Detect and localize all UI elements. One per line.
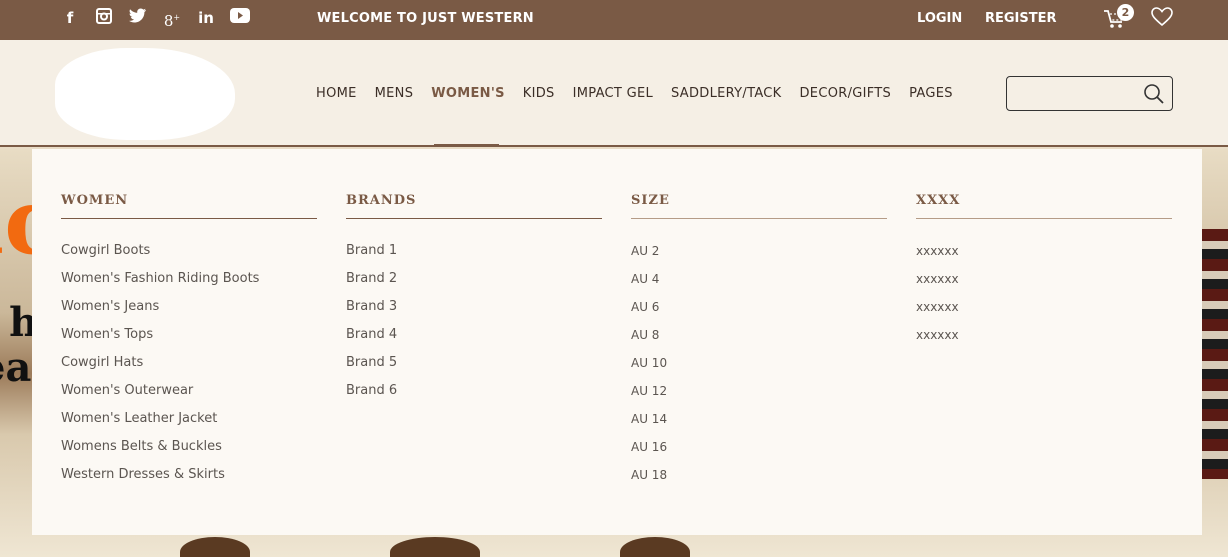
welcome-text: WELCOME TO JUST WESTERN: [317, 11, 534, 26]
search-box: [1006, 76, 1173, 111]
active-nav-indicator: [434, 144, 499, 147]
menu-link[interactable]: Brand 4: [346, 327, 602, 355]
nav-saddlery-tack[interactable]: SADDLERY/TACK: [671, 86, 781, 101]
youtube-icon[interactable]: [230, 8, 250, 28]
column-title: XXXX: [916, 193, 1172, 219]
menu-column-women: WOMEN Cowgirl Boots Women's Fashion Ridi…: [61, 193, 317, 495]
menu-link[interactable]: AU 4: [631, 271, 887, 299]
menu-link[interactable]: Women's Outerwear: [61, 383, 317, 411]
menu-link[interactable]: Cowgirl Boots: [61, 243, 317, 271]
hero-blanket-pattern: [1198, 229, 1228, 479]
social-links: f 8+ in: [60, 8, 250, 30]
horse-image: [620, 537, 690, 557]
menu-link[interactable]: AU 2: [631, 243, 887, 271]
menu-link[interactable]: xxxxxx: [916, 327, 1172, 355]
horse-image: [180, 537, 250, 557]
menu-link[interactable]: Brand 6: [346, 383, 602, 411]
menu-link[interactable]: Cowgirl Hats: [61, 355, 317, 383]
menu-link[interactable]: xxxxxx: [916, 243, 1172, 271]
nav-home[interactable]: HOME: [316, 86, 357, 101]
instagram-icon[interactable]: [94, 8, 114, 28]
nav-mens[interactable]: MENS: [375, 86, 414, 101]
linkedin-icon[interactable]: in: [196, 8, 216, 28]
google-plus-icon[interactable]: 8+: [162, 8, 182, 30]
menu-link[interactable]: xxxxxx: [916, 299, 1172, 327]
main-header: HOME MENS WOMEN'S KIDS IMPACT GEL SADDLE…: [0, 40, 1228, 147]
search-icon[interactable]: [1143, 83, 1165, 105]
menu-link[interactable]: Brand 2: [346, 271, 602, 299]
logo[interactable]: [55, 48, 235, 140]
menu-link[interactable]: AU 18: [631, 467, 887, 495]
menu-link[interactable]: AU 6: [631, 299, 887, 327]
nav-womens[interactable]: WOMEN'S: [431, 86, 505, 101]
nav-kids[interactable]: KIDS: [523, 86, 555, 101]
column-title: BRANDS: [346, 193, 602, 219]
horse-image: [390, 537, 480, 557]
main-nav: HOME MENS WOMEN'S KIDS IMPACT GEL SADDLE…: [316, 86, 971, 101]
hero-text-line-2: ea: [0, 344, 32, 391]
menu-link[interactable]: Women's Tops: [61, 327, 317, 355]
wishlist-heart-icon[interactable]: [1151, 7, 1173, 27]
search-input[interactable]: [1013, 77, 1143, 109]
menu-link[interactable]: Brand 5: [346, 355, 602, 383]
menu-column-xxxx: XXXX xxxxxx xxxxxx xxxxxx xxxxxx: [916, 193, 1172, 355]
menu-link[interactable]: Western Dresses & Skirts: [61, 467, 317, 495]
register-link[interactable]: REGISTER: [985, 11, 1057, 26]
menu-link[interactable]: Women's Jeans: [61, 299, 317, 327]
menu-link[interactable]: Women's Leather Jacket: [61, 411, 317, 439]
menu-link[interactable]: Women's Fashion Riding Boots: [61, 271, 317, 299]
login-link[interactable]: LOGIN: [917, 11, 962, 26]
column-title: SIZE: [631, 193, 887, 219]
menu-link[interactable]: AU 16: [631, 439, 887, 467]
nav-decor-gifts[interactable]: DECOR/GIFTS: [800, 86, 892, 101]
menu-link[interactable]: AU 10: [631, 355, 887, 383]
nav-pages[interactable]: PAGES: [909, 86, 953, 101]
menu-link[interactable]: Womens Belts & Buckles: [61, 439, 317, 467]
top-bar: f 8+ in WELCOME TO JUST WESTERN LOGIN RE…: [0, 0, 1228, 40]
womens-mega-menu: WOMEN Cowgirl Boots Women's Fashion Ridi…: [32, 149, 1202, 535]
menu-link[interactable]: xxxxxx: [916, 271, 1172, 299]
menu-link[interactable]: Brand 1: [346, 243, 602, 271]
column-title: WOMEN: [61, 193, 317, 219]
menu-link[interactable]: Brand 3: [346, 299, 602, 327]
menu-link[interactable]: AU 14: [631, 411, 887, 439]
menu-link[interactable]: AU 8: [631, 327, 887, 355]
menu-column-size: SIZE AU 2 AU 4 AU 6 AU 8 AU 10 AU 12 AU …: [631, 193, 887, 495]
nav-impact-gel[interactable]: IMPACT GEL: [573, 86, 653, 101]
twitter-icon[interactable]: [128, 8, 148, 28]
menu-column-brands: BRANDS Brand 1 Brand 2 Brand 3 Brand 4 B…: [346, 193, 602, 411]
menu-link[interactable]: AU 12: [631, 383, 887, 411]
facebook-icon[interactable]: f: [60, 8, 80, 28]
cart-count-badge: 2: [1117, 4, 1134, 21]
